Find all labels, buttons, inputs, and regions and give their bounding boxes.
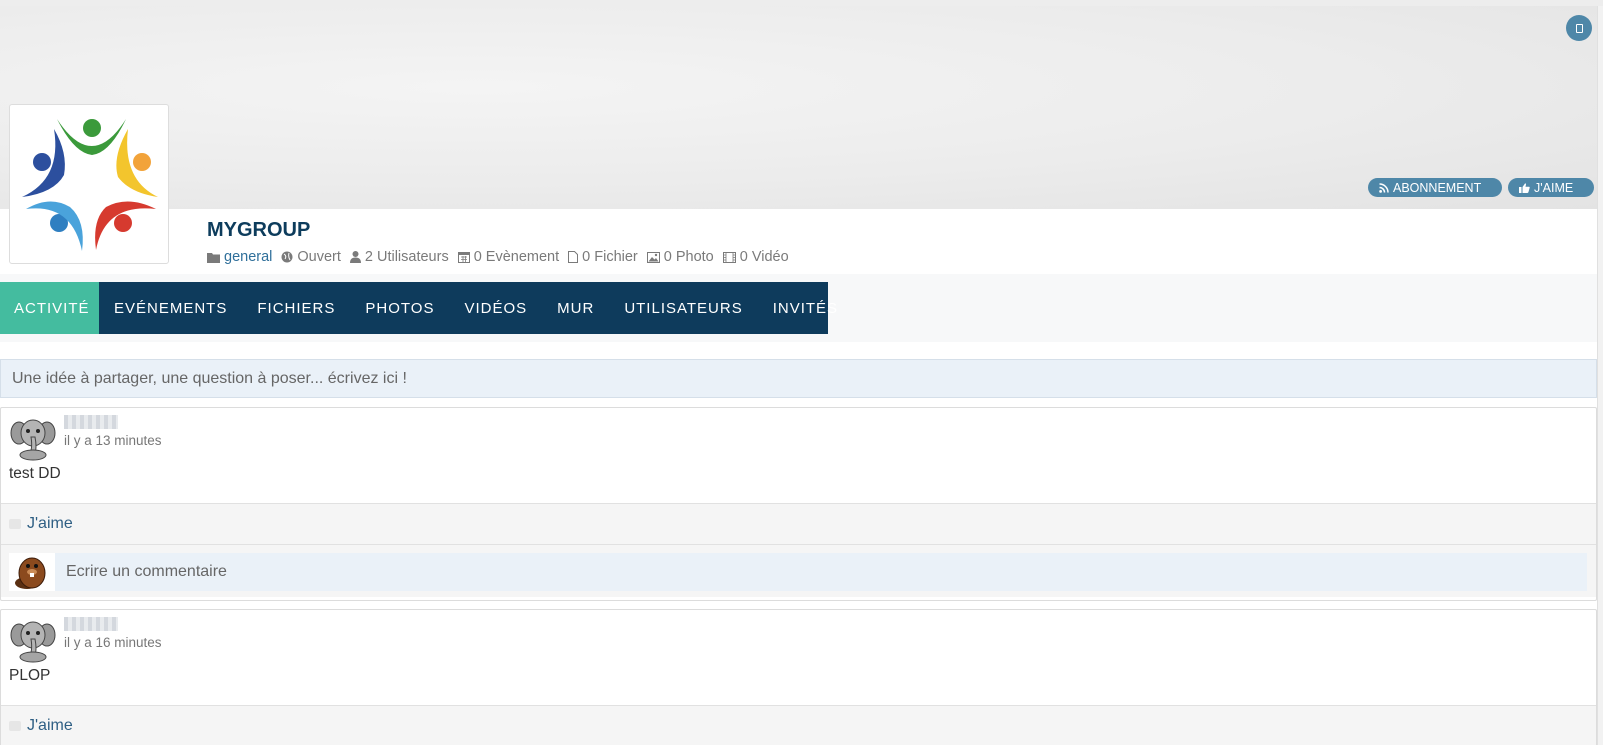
cover-banner [0, 6, 1597, 209]
tab-activity[interactable]: ACTIVITÉ [0, 282, 99, 334]
meta-events: 0 Evènement [457, 249, 560, 265]
folder-icon [207, 252, 220, 263]
tab-guests[interactable]: INVITÉS [758, 282, 853, 334]
film-icon [722, 251, 736, 263]
comment-input[interactable]: Ecrire un commentaire [55, 553, 1587, 591]
group-tabs: ACTIVITÉ EVÉNEMENTS FICHIERS PHOTOS VIDÉ… [0, 282, 837, 334]
photos-count: 0 Photo [663, 249, 714, 265]
tab-videos[interactable]: VIDÉOS [449, 282, 542, 334]
post-actions: J'aime [1, 705, 1596, 745]
tablet-icon [1575, 23, 1583, 33]
post-body: test DD [9, 465, 61, 482]
meta-status: Ouvert [281, 249, 341, 265]
tab-users[interactable]: UTILISATEURS [609, 282, 757, 334]
activity-post: il y a 13 minutes test DD J'aime Ecrire … [0, 407, 1597, 601]
events-count: 0 Evènement [473, 249, 560, 265]
scrollbar[interactable] [1597, 6, 1603, 745]
post-composer-input[interactable]: Une idée à partager, une question à pose… [0, 359, 1597, 398]
subscribe-button[interactable]: ABONNEMENT [1368, 178, 1502, 197]
activity-post: il y a 16 minutes PLOP J'aime [0, 609, 1597, 745]
meta-photos: 0 Photo [646, 249, 714, 265]
beaver-avatar [9, 553, 55, 591]
group-logo [9, 104, 169, 264]
corner-button[interactable] [1566, 15, 1592, 41]
elephant-avatar [10, 621, 56, 663]
files-count: 0 Fichier [582, 249, 638, 265]
meta-users: 2 Utilisateurs [349, 249, 449, 265]
post-timestamp: il y a 16 minutes [64, 635, 162, 650]
category-link[interactable]: general [224, 249, 272, 265]
users-count: 2 Utilisateurs [364, 249, 449, 265]
calendar-icon [457, 252, 470, 263]
user-icon [349, 251, 361, 263]
meta-videos: 0 Vidéo [722, 249, 789, 265]
thumbs-up-icon [1519, 182, 1530, 193]
meta-category[interactable]: general [207, 249, 272, 265]
tab-photos[interactable]: PHOTOS [350, 282, 449, 334]
like-group-button[interactable]: J'AIME [1508, 178, 1594, 197]
like-link[interactable]: J'aime [27, 717, 73, 735]
elephant-avatar [10, 419, 56, 461]
comment-row: Ecrire un commentaire [1, 544, 1596, 597]
file-icon [568, 251, 579, 263]
author-name-redacted [64, 617, 118, 631]
rss-icon [1379, 182, 1389, 193]
globe-icon [281, 251, 293, 263]
videos-count: 0 Vidéo [739, 249, 789, 265]
meta-files: 0 Fichier [568, 249, 638, 265]
post-timestamp: il y a 13 minutes [64, 433, 162, 448]
group-title: MYGROUP [207, 219, 311, 241]
like-group-label: J'AIME [1534, 180, 1574, 195]
image-icon [646, 251, 660, 263]
thumbs-up-icon [9, 519, 21, 529]
subscribe-label: ABONNEMENT [1393, 180, 1482, 195]
group-logo-image [22, 119, 158, 251]
post-body: PLOP [9, 667, 51, 684]
author-name-redacted [64, 415, 118, 429]
group-meta: general Ouvert 2 Utilisateurs 0 Evènemen… [207, 249, 789, 265]
post-actions: J'aime [1, 503, 1596, 544]
status-text: Ouvert [297, 249, 341, 265]
like-link[interactable]: J'aime [27, 515, 73, 533]
thumbs-up-icon [9, 721, 21, 731]
tab-wall[interactable]: MUR [542, 282, 609, 334]
tab-events[interactable]: EVÉNEMENTS [99, 282, 242, 334]
tab-files[interactable]: FICHIERS [242, 282, 350, 334]
